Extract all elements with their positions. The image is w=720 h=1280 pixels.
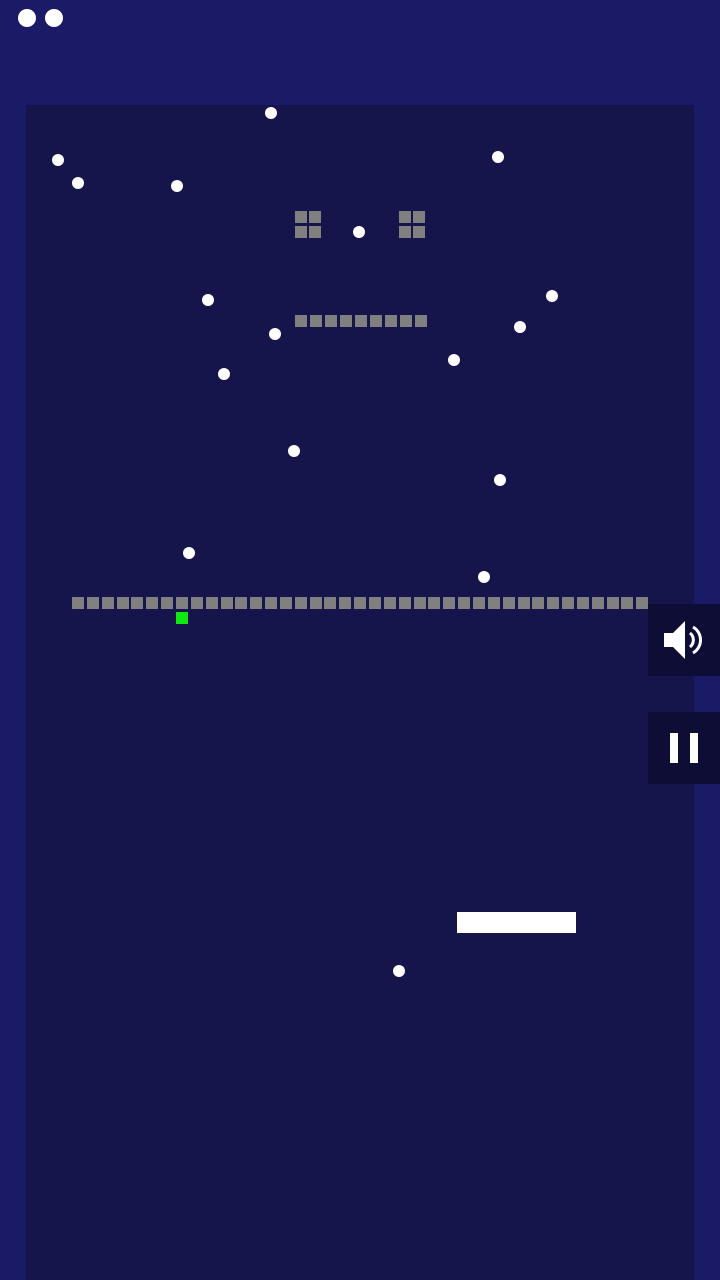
brick xyxy=(398,597,411,609)
brick xyxy=(175,597,188,609)
pause-button[interactable] xyxy=(648,712,720,784)
brick xyxy=(576,597,589,609)
brick xyxy=(547,597,560,609)
brick xyxy=(309,597,322,609)
speaker-icon xyxy=(664,621,703,659)
brick xyxy=(621,597,634,609)
brick xyxy=(413,597,426,609)
brick xyxy=(295,211,307,223)
ball xyxy=(494,474,506,486)
brick xyxy=(146,597,159,609)
lives-indicator xyxy=(18,9,63,27)
brick xyxy=(428,597,441,609)
brick xyxy=(517,597,530,609)
brick xyxy=(532,597,545,609)
brick xyxy=(413,211,425,223)
brick xyxy=(413,226,425,238)
ball xyxy=(218,368,230,380)
ball xyxy=(393,965,405,977)
special-brick xyxy=(176,612,188,624)
brick xyxy=(295,315,307,327)
brick xyxy=(310,315,322,327)
brick xyxy=(72,597,84,609)
brick xyxy=(116,597,129,609)
pause-icon xyxy=(664,733,704,763)
brick xyxy=(235,597,248,609)
brick xyxy=(279,597,292,609)
brick xyxy=(309,211,321,223)
brick xyxy=(400,315,412,327)
life-icon xyxy=(18,9,36,27)
brick xyxy=(265,597,278,609)
ball xyxy=(288,445,300,457)
brick xyxy=(325,315,337,327)
brick xyxy=(220,597,233,609)
ball xyxy=(202,294,214,306)
brick xyxy=(562,597,575,609)
brick xyxy=(355,315,367,327)
brick xyxy=(324,597,337,609)
brick xyxy=(339,597,352,609)
ball xyxy=(269,328,281,340)
brick xyxy=(369,597,381,609)
brick xyxy=(636,597,649,609)
brick xyxy=(309,226,321,238)
paddle[interactable] xyxy=(457,912,576,933)
brick xyxy=(340,315,352,327)
game-field[interactable] xyxy=(26,105,694,1280)
ball xyxy=(448,354,460,366)
ball xyxy=(183,547,195,559)
sound-toggle-button[interactable] xyxy=(648,604,720,676)
brick xyxy=(606,597,619,609)
brick xyxy=(399,211,411,223)
ball xyxy=(52,154,64,166)
brick xyxy=(458,597,471,609)
brick xyxy=(131,597,144,609)
brick xyxy=(385,315,397,327)
brick xyxy=(205,597,218,609)
brick xyxy=(443,597,456,609)
ball xyxy=(265,107,277,119)
brick xyxy=(502,597,515,609)
ball xyxy=(72,177,84,189)
brick xyxy=(86,597,99,609)
brick xyxy=(294,597,307,609)
brick xyxy=(472,597,485,609)
ball xyxy=(353,226,365,238)
life-icon xyxy=(45,9,63,27)
brick xyxy=(370,315,382,327)
ball xyxy=(546,290,558,302)
brick xyxy=(383,597,396,609)
ball xyxy=(514,321,526,333)
brick xyxy=(250,597,263,609)
ball xyxy=(478,571,490,583)
brick xyxy=(101,597,114,609)
brick xyxy=(190,597,203,609)
brick xyxy=(487,597,500,609)
brick xyxy=(161,597,174,609)
brick xyxy=(295,226,307,238)
ball xyxy=(492,151,504,163)
brick xyxy=(591,597,604,609)
brick xyxy=(354,597,367,609)
ball xyxy=(171,180,183,192)
brick xyxy=(415,315,427,327)
brick xyxy=(399,226,411,238)
